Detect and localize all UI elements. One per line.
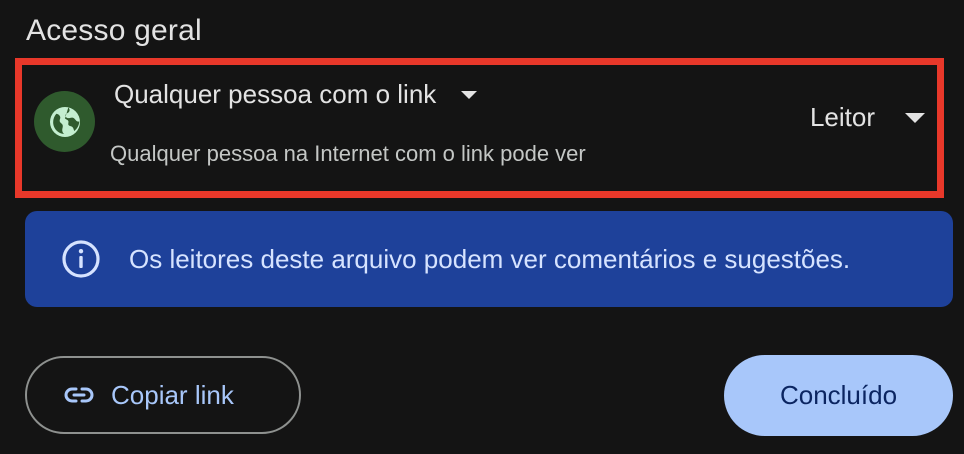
done-label: Concluído xyxy=(779,380,898,410)
info-banner-text: Os leitores deste arquivo podem ver come… xyxy=(129,243,851,274)
globe-glyph xyxy=(49,106,80,137)
copy-link-button[interactable]: Copiar link xyxy=(25,356,301,434)
sharing-dialog-footer: Acesso geral Qualquer pessoa com o link … xyxy=(0,0,964,454)
general-access-row: Qualquer pessoa com o link Qualquer pess… xyxy=(15,58,944,198)
access-description: Qualquer pessoa na Internet com o link p… xyxy=(110,141,586,166)
link-icon xyxy=(64,387,94,403)
role-label: Leitor xyxy=(809,102,875,132)
done-button[interactable]: Concluído xyxy=(724,355,953,436)
access-type-dropdown[interactable]: Qualquer pessoa com o link xyxy=(114,79,478,110)
chevron-down-icon xyxy=(461,90,478,99)
general-access-title: Acesso geral xyxy=(26,14,202,47)
info-banner: Os leitores deste arquivo podem ver come… xyxy=(25,211,953,307)
globe-icon xyxy=(34,91,95,152)
access-type-label: Qualquer pessoa com o link xyxy=(114,79,437,109)
chevron-down-icon xyxy=(905,112,925,123)
role-dropdown[interactable]: Leitor xyxy=(810,102,925,133)
copy-link-label: Copiar link xyxy=(111,379,234,410)
info-icon xyxy=(62,240,100,278)
